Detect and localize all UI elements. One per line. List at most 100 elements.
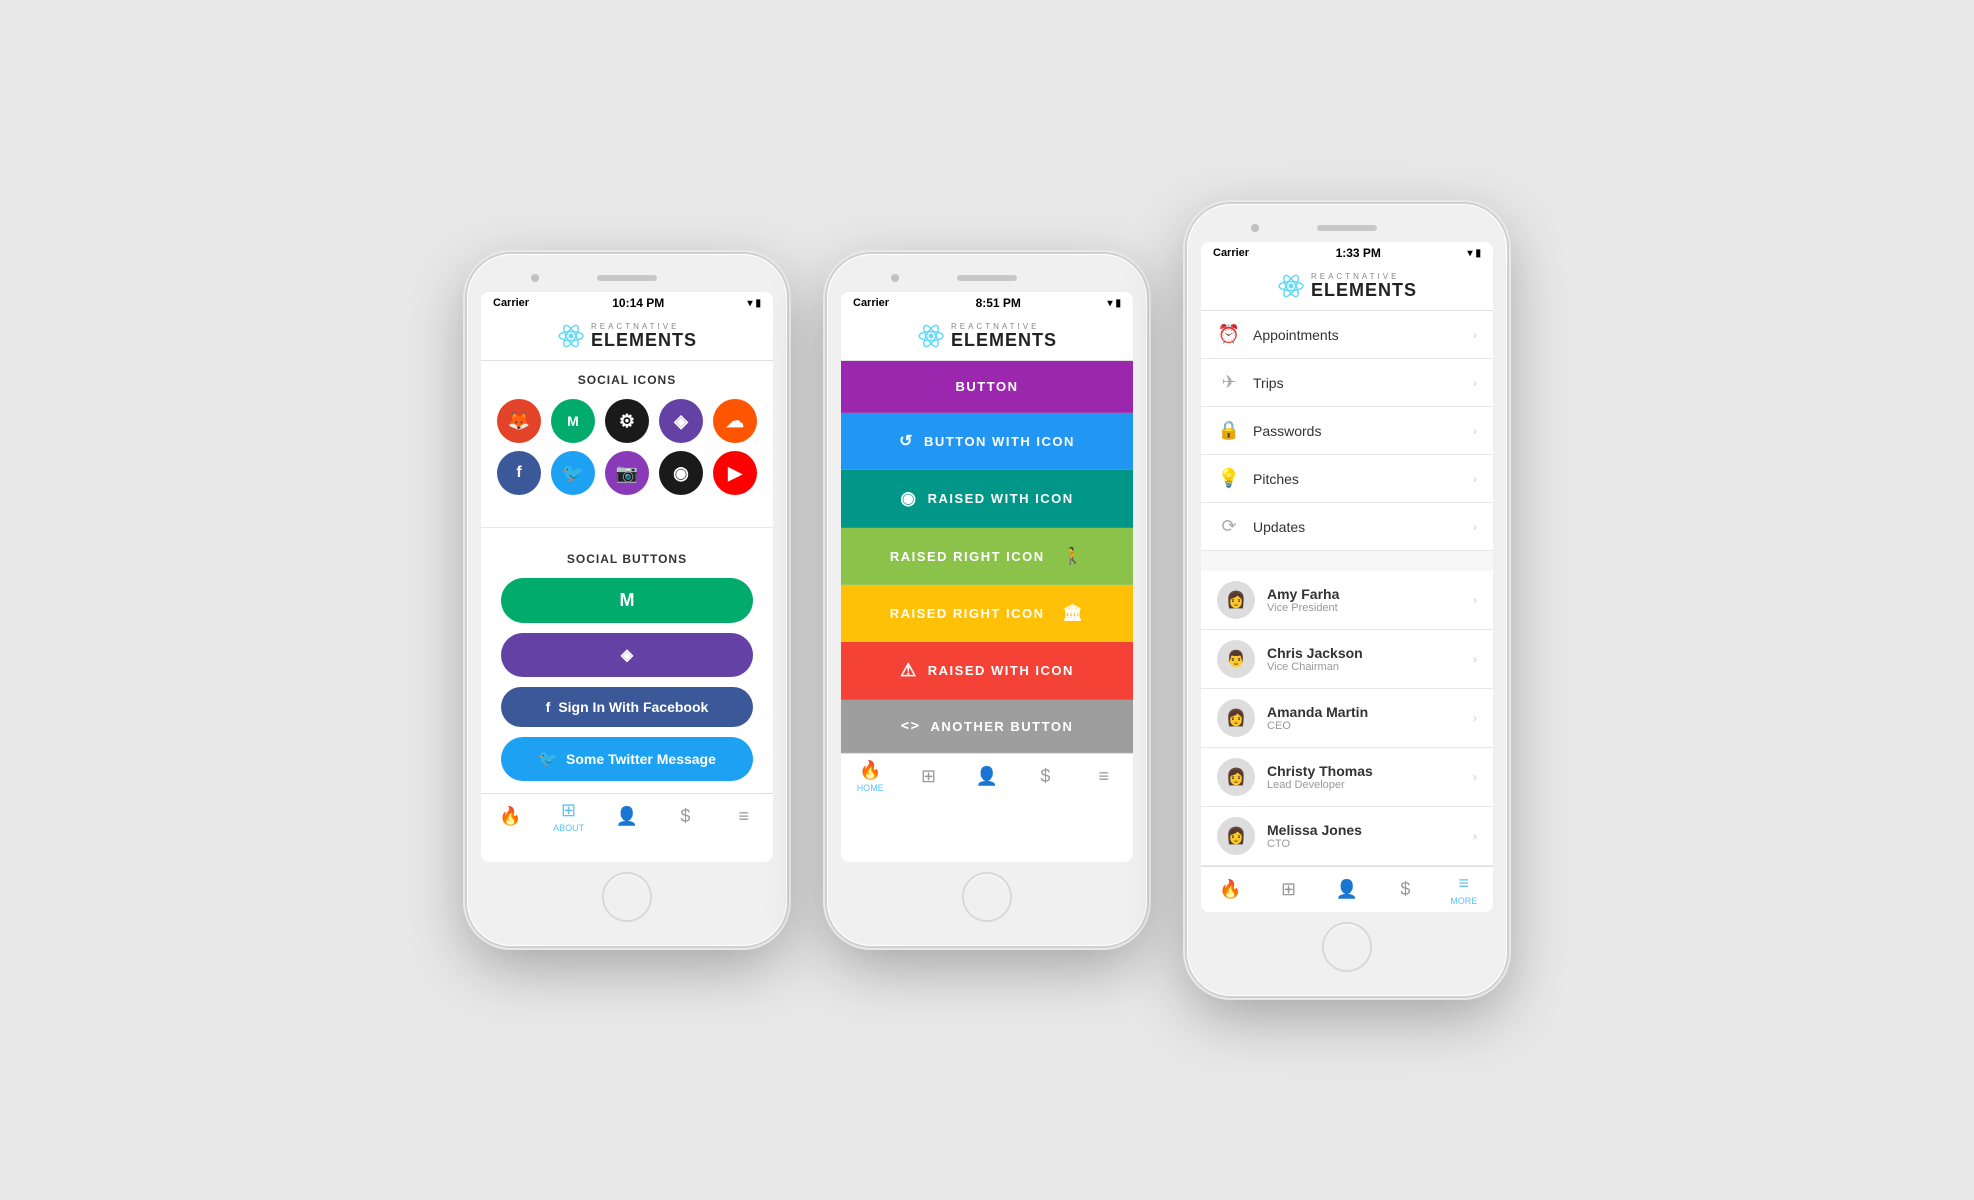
medium-icon[interactable]: M [551, 399, 595, 443]
buttons-demo-list: BUTTON ↺ BUTTON WITH ICON ◉ RAISED WITH … [841, 361, 1133, 753]
status-time: 10:14 PM [612, 296, 664, 310]
demo-button-7[interactable]: <> ANOTHER BUTTON [841, 700, 1133, 753]
app-logo-3: REACTNATIVE ELEMENTS [1277, 272, 1417, 300]
social-icons-section: SOCIAL ICONS 🦊 M ⚙ ◈ ☁ f 🐦 📷 ◉ ▶ [481, 361, 773, 515]
menu-item-trips[interactable]: ✈ Trips › [1201, 359, 1493, 407]
menu-item-appointments[interactable]: ⏰ Appointments › [1201, 311, 1493, 359]
demo-button-6[interactable]: ⚠ RAISED WITH ICON [841, 642, 1133, 700]
logo-bottom-2: ELEMENTS [951, 331, 1057, 349]
tab-grid-2[interactable]: ⊞ [907, 766, 951, 787]
gitlab-icon[interactable]: 🦊 [497, 399, 541, 443]
battery-icon: ▮ [755, 298, 761, 309]
github-icon[interactable]: ⚙ [605, 399, 649, 443]
tab-profile-1[interactable]: 👤 [605, 806, 649, 827]
contact-christy-thomas[interactable]: 👩 Christy Thomas Lead Developer › [1201, 748, 1493, 807]
soundcloud-icon[interactable]: ☁ [713, 399, 757, 443]
tab-about[interactable]: ⊞ ABOUT [547, 800, 591, 833]
button-5-label: RAISED RIGHT ICON [890, 606, 1045, 621]
passwords-icon: 🔒 [1217, 420, 1241, 441]
passwords-label: Passwords [1253, 423, 1461, 439]
demo-button-5[interactable]: RAISED RIGHT ICON 🏛 [841, 585, 1133, 642]
tab-dollar-1[interactable]: $ [663, 806, 707, 827]
phone-1-home-button[interactable] [602, 872, 652, 922]
grid-tab-icon-3: ⊞ [1281, 879, 1296, 900]
twitter-icon[interactable]: 🐦 [551, 451, 595, 495]
phone-1-top-bar [481, 268, 773, 288]
demo-button-3[interactable]: ◉ RAISED WITH ICON [841, 470, 1133, 528]
button-5-icon: 🏛 [1062, 603, 1084, 623]
tab-grid-3[interactable]: ⊞ [1267, 879, 1311, 900]
twitch-icon[interactable]: ◈ [659, 399, 703, 443]
status-icons: ▾ ▮ [747, 298, 761, 309]
phone-2-camera [891, 274, 899, 282]
twitter-btn-icon: 🐦 [538, 749, 558, 769]
button-6-icon: ⚠ [900, 660, 918, 681]
logo-text-1: REACTNATIVE ELEMENTS [591, 323, 697, 349]
twitter-button[interactable]: 🐦 Some Twitter Message [501, 737, 753, 781]
logo-text-3: REACTNATIVE ELEMENTS [1311, 273, 1417, 299]
tab-dollar-2[interactable]: $ [1023, 766, 1067, 787]
demo-button-2[interactable]: ↺ BUTTON WITH ICON [841, 413, 1133, 470]
youtube-icon[interactable]: ▶ [713, 451, 757, 495]
menu-tab-icon: ≡ [738, 806, 749, 827]
medium-button[interactable]: M [501, 578, 753, 623]
codepen-icon[interactable]: ◉ [659, 451, 703, 495]
phone-2-home-button[interactable] [962, 872, 1012, 922]
instagram-icon[interactable]: 📷 [605, 451, 649, 495]
demo-button-1[interactable]: BUTTON [841, 361, 1133, 413]
christy-thomas-chevron: › [1473, 770, 1477, 784]
updates-icon: ⟳ [1217, 516, 1241, 537]
tab-more[interactable]: ≡ MORE [1442, 873, 1486, 906]
phone-2: Carrier 8:51 PM ▾ ▮ REACTN [827, 254, 1147, 946]
amanda-martin-chevron: › [1473, 711, 1477, 725]
fire-tab-icon: 🔥 [499, 806, 521, 827]
app-header-3: REACTNATIVE ELEMENTS [1201, 264, 1493, 311]
facebook-btn-icon: f [546, 699, 551, 715]
status-carrier: Carrier [493, 297, 529, 309]
demo-button-4[interactable]: RAISED RIGHT ICON 🚶 [841, 528, 1133, 585]
phone-3-home-button[interactable] [1322, 922, 1372, 972]
app-header-1: REACTNATIVE ELEMENTS [481, 314, 773, 361]
menu-item-updates[interactable]: ⟳ Updates › [1201, 503, 1493, 551]
contact-melissa-jones[interactable]: 👩 Melissa Jones CTO › [1201, 807, 1493, 866]
melissa-jones-title: CTO [1267, 838, 1461, 850]
tab-home-3[interactable]: 🔥 [1208, 879, 1252, 900]
tab-dollar-3[interactable]: $ [1383, 879, 1427, 900]
appointments-label: Appointments [1253, 327, 1461, 343]
passwords-chevron: › [1473, 424, 1477, 438]
twitch-button[interactable]: ◈ [501, 633, 753, 677]
fire-tab-icon-3: 🔥 [1219, 879, 1241, 900]
dollar-tab-icon: $ [680, 806, 690, 827]
menu-item-pitches[interactable]: 💡 Pitches › [1201, 455, 1493, 503]
contact-chris-jackson[interactable]: 👨 Chris Jackson Vice Chairman › [1201, 630, 1493, 689]
appointments-icon: ⏰ [1217, 324, 1241, 345]
chris-jackson-title: Vice Chairman [1267, 661, 1461, 673]
tab-home-2[interactable]: 🔥 HOME [848, 760, 892, 793]
christy-thomas-title: Lead Developer [1267, 779, 1461, 791]
status-time-2: 8:51 PM [976, 296, 1021, 310]
tab-home-1[interactable]: 🔥 [488, 806, 532, 827]
button-4-label: RAISED RIGHT ICON [890, 549, 1045, 564]
facebook-button[interactable]: f Sign In With Facebook [501, 687, 753, 727]
button-1-label: BUTTON [956, 379, 1019, 394]
medium-btn-icon: M [620, 590, 635, 611]
tab-profile-3[interactable]: 👤 [1325, 879, 1369, 900]
menu-tab-icon-2: ≡ [1098, 766, 1109, 787]
phone-3-tab-bar: 🔥 ⊞ 👤 $ ≡ MORE [1201, 866, 1493, 912]
contact-amanda-martin[interactable]: 👩 Amanda Martin CEO › [1201, 689, 1493, 748]
home-tab-label: HOME [857, 783, 884, 793]
facebook-icon[interactable]: f [497, 451, 541, 495]
logo-bottom-3: ELEMENTS [1311, 281, 1417, 299]
amanda-martin-info: Amanda Martin CEO [1267, 704, 1461, 732]
tab-menu-2[interactable]: ≡ [1082, 766, 1126, 787]
battery-icon-2: ▮ [1115, 298, 1121, 309]
logo-bottom-1: ELEMENTS [591, 331, 697, 349]
tab-menu-1[interactable]: ≡ [722, 806, 766, 827]
tab-profile-2[interactable]: 👤 [965, 766, 1009, 787]
react-logo-icon-2 [917, 322, 945, 350]
christy-thomas-avatar: 👩 [1217, 758, 1255, 796]
social-icons-title: SOCIAL ICONS [493, 373, 761, 387]
contact-amy-farha[interactable]: 👩 Amy Farha Vice President › [1201, 571, 1493, 630]
menu-item-passwords[interactable]: 🔒 Passwords › [1201, 407, 1493, 455]
phone-3-speaker [1317, 225, 1377, 231]
